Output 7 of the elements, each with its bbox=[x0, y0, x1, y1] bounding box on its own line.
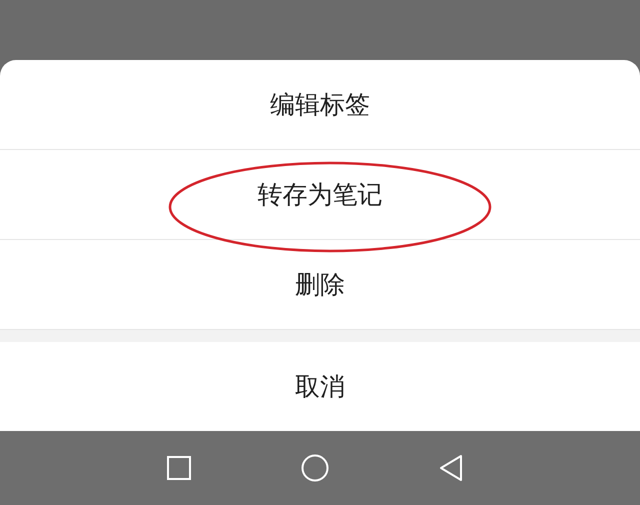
square-icon[interactable] bbox=[165, 454, 193, 482]
menu-item[interactable]: 转存为笔记 bbox=[258, 178, 382, 211]
triangle-icon[interactable] bbox=[437, 454, 465, 482]
cancel-button[interactable]: 取消 bbox=[0, 342, 640, 431]
circle-icon[interactable] bbox=[301, 454, 329, 482]
menu-item[interactable]: 编辑标签 bbox=[270, 88, 370, 121]
menu-item[interactable]: 删除 bbox=[295, 268, 345, 301]
